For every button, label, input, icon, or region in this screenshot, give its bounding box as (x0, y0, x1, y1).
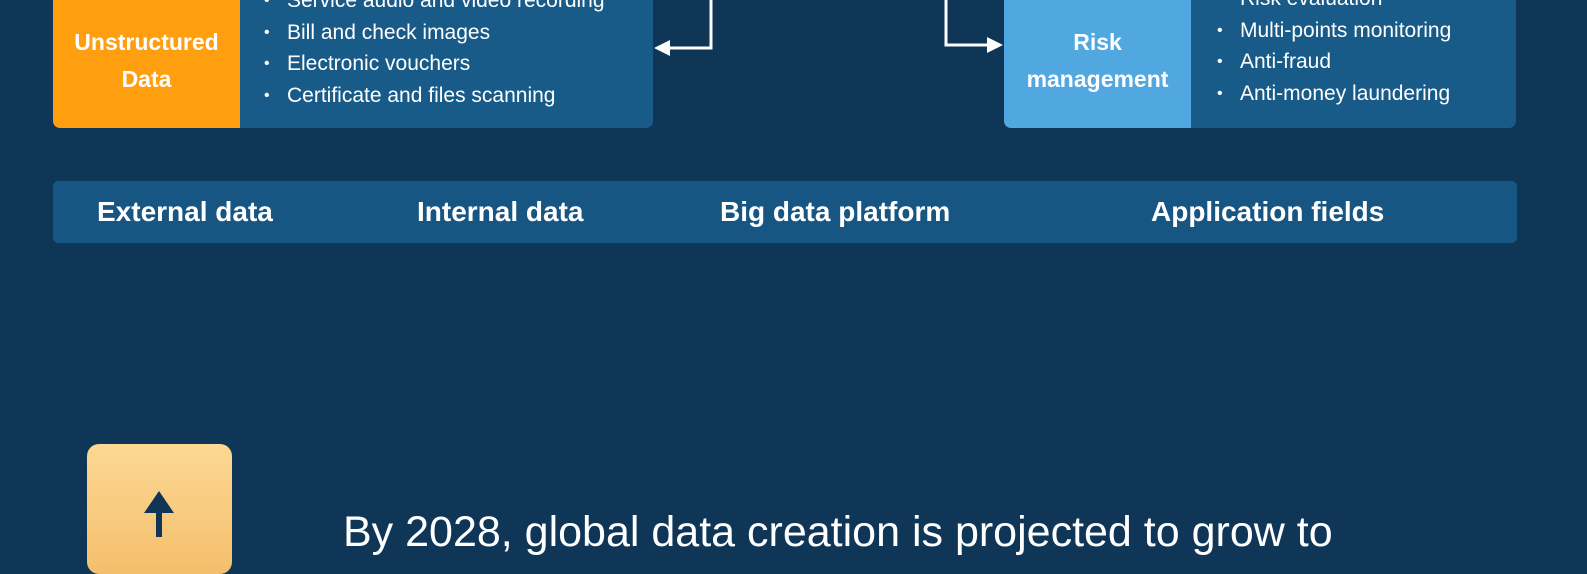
connector-line-right (944, 0, 988, 47)
label-internal-data: Internal data (417, 196, 584, 227)
arrowhead-right-icon (987, 37, 1003, 53)
category-label-bar: External data Internal data Big data pla… (53, 181, 1517, 243)
data-growth-statement: By 2028, global data creation is project… (343, 508, 1333, 556)
connector-line-left (668, 0, 713, 50)
label-external-data: External data (97, 196, 273, 227)
label-big-data-platform: Big data platform (720, 196, 951, 227)
arrowhead-left-icon (654, 40, 670, 56)
label-application-fields: Application fields (1151, 196, 1385, 227)
arrow-up-icon (144, 491, 174, 537)
arrow-connector-icon (654, 0, 1003, 56)
growth-icon-box (87, 444, 232, 574)
